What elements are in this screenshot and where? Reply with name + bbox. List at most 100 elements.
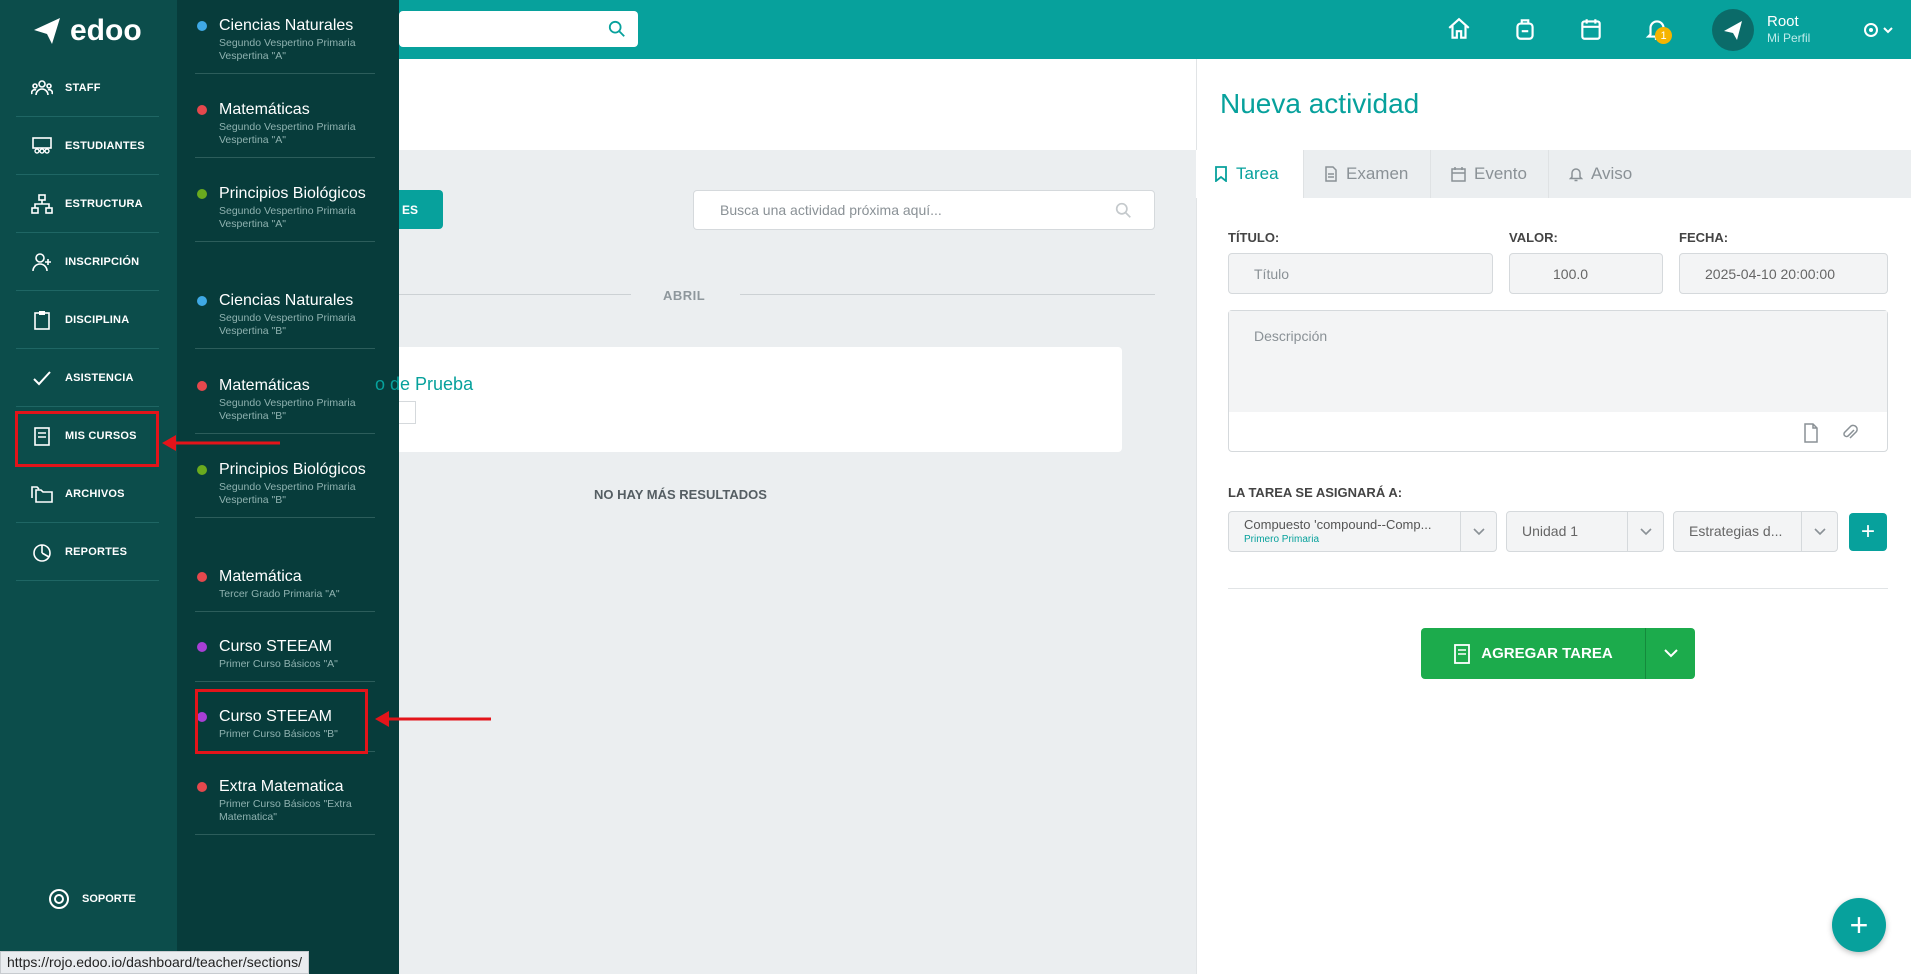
- nav-item-archivos[interactable]: ARCHIVOS: [16, 465, 159, 523]
- book-icon: [1454, 643, 1471, 664]
- course-name: Matemáticas: [219, 377, 310, 394]
- profile-link[interactable]: Mi Perfil: [1767, 31, 1810, 45]
- home-icon[interactable]: [1446, 16, 1472, 42]
- description-textarea[interactable]: [1229, 311, 1887, 412]
- course-color-dot: [197, 189, 207, 199]
- course-item[interactable]: Principios Biológicos Segundo Vespertino…: [195, 458, 375, 518]
- nav-item-estructura[interactable]: ESTRUCTURA: [16, 175, 159, 233]
- course-section: Segundo Vespertino Primaria Vespertina "…: [219, 397, 356, 422]
- no-more-results: NO HAY MÁS RESULTADOS: [594, 487, 767, 502]
- nav-item-inscripcion[interactable]: INSCRIPCIÓN: [16, 233, 159, 291]
- activity-card-title-text[interactable]: o de Prueba: [375, 374, 473, 395]
- nav-item-estudiantes[interactable]: ESTUDIANTES: [16, 117, 159, 175]
- add-task-dropdown[interactable]: [1645, 628, 1695, 679]
- annotation-arrow: [375, 711, 491, 727]
- avatar[interactable]: [1712, 9, 1754, 51]
- highlight-box: [195, 689, 368, 754]
- global-search-input[interactable]: [399, 11, 638, 47]
- activities-button[interactable]: ES: [399, 190, 443, 229]
- search-icon: [1115, 202, 1131, 218]
- description-field[interactable]: Descripción: [1228, 310, 1888, 452]
- unit-select-value: Unidad 1: [1522, 523, 1579, 539]
- clipboard-icon: [34, 310, 50, 330]
- strategy-select[interactable]: Estrategias d...: [1673, 511, 1838, 552]
- paper-plane-icon: [1724, 21, 1742, 40]
- nav-label: STAFF: [65, 81, 101, 94]
- month-label: ABRIL: [663, 288, 706, 303]
- tab-evento[interactable]: Evento: [1431, 150, 1549, 198]
- value-field[interactable]: 100.0: [1509, 253, 1663, 294]
- tab-examen[interactable]: Examen: [1304, 150, 1431, 198]
- value-text: 100.0: [1553, 265, 1589, 282]
- document-icon: [1325, 166, 1337, 182]
- file-icon[interactable]: [1802, 423, 1820, 443]
- nav-label: ASISTENCIA: [65, 371, 134, 384]
- course-item[interactable]: Ciencias Naturales Segundo Vespertino Pr…: [195, 289, 375, 349]
- nav-label: INSCRIPCIÓN: [65, 255, 140, 268]
- tab-tarea[interactable]: Tarea: [1196, 150, 1304, 198]
- nav-item-reportes[interactable]: REPORTES: [16, 523, 159, 581]
- pie-chart-icon: [33, 543, 51, 562]
- course-color-dot: [197, 642, 207, 652]
- add-task-button[interactable]: AGREGAR TAREA: [1421, 628, 1645, 679]
- course-name: Ciencias Naturales: [219, 292, 354, 309]
- user-name[interactable]: Root: [1767, 13, 1799, 30]
- search-icon: [608, 20, 625, 37]
- course-item[interactable]: Ciencias Naturales Segundo Vespertino Pr…: [195, 14, 375, 74]
- staff-icon: [31, 79, 53, 95]
- backpack-icon[interactable]: [1512, 16, 1538, 42]
- status-url: https://rojo.edoo.io/dashboard/teacher/s…: [0, 951, 309, 974]
- activity-search-placeholder: Busca una actividad próxima aquí...: [720, 202, 942, 218]
- nav-item-asistencia[interactable]: ASISTENCIA: [16, 349, 159, 407]
- nav-label: REPORTES: [65, 545, 128, 558]
- course-color-dot: [197, 381, 207, 391]
- activity-chip: [399, 401, 416, 424]
- title-field[interactable]: Título: [1228, 253, 1493, 294]
- floating-add-button[interactable]: +: [1832, 898, 1886, 952]
- tab-label: Aviso: [1591, 164, 1633, 183]
- course-section: Segundo Vespertino Primaria Vespertina "…: [219, 121, 356, 146]
- date-field[interactable]: 2025-04-10 20:00:00: [1679, 253, 1888, 294]
- description-placeholder: Descripción: [1254, 328, 1328, 344]
- course-item[interactable]: Extra Matematica Primer Curso Básicos "E…: [195, 775, 375, 835]
- course-item[interactable]: Matemáticas Segundo Vespertino Primaria …: [195, 98, 375, 158]
- course-item[interactable]: Curso STEEAM Primer Curso Básicos "A": [195, 635, 375, 682]
- add-user-icon: [32, 252, 51, 271]
- course-name: Principios Biológicos: [219, 461, 366, 478]
- activity-card[interactable]: [399, 347, 1122, 452]
- nav-item-disciplina[interactable]: DISCIPLINA: [16, 291, 159, 349]
- course-item[interactable]: Matemática Tercer Grado Primaria "A": [195, 565, 375, 612]
- support-link[interactable]: SOPORTE: [48, 888, 136, 910]
- annotation-arrow: [162, 435, 280, 451]
- add-assignment-button[interactable]: +: [1849, 513, 1887, 551]
- panel-title: Nueva actividad: [1220, 88, 1420, 119]
- calendar-icon[interactable]: [1578, 16, 1604, 42]
- activity-search-input[interactable]: Busca una actividad próxima aquí...: [693, 190, 1155, 230]
- unit-select[interactable]: Unidad 1: [1506, 511, 1664, 552]
- divider: [1228, 588, 1888, 589]
- paperclip-icon[interactable]: [1841, 423, 1859, 443]
- notification-badge: 1: [1655, 27, 1672, 44]
- courses-flyout: Ciencias Naturales Segundo Vespertino Pr…: [177, 0, 399, 974]
- strategy-select-value: Estrategias d...: [1689, 523, 1783, 539]
- students-icon: [32, 136, 52, 154]
- tab-aviso[interactable]: Aviso: [1549, 150, 1661, 198]
- course-select[interactable]: Compuesto 'compound--Comp... Primero Pri…: [1228, 511, 1497, 552]
- course-item[interactable]: Principios Biológicos Segundo Vespertino…: [195, 182, 375, 242]
- course-section: Primer Curso Básicos "Extra Matematica": [219, 798, 352, 823]
- course-item[interactable]: Matemáticas Segundo Vespertino Primaria …: [195, 374, 375, 434]
- date-label: FECHA:: [1679, 230, 1729, 245]
- logo[interactable]: edoo: [32, 14, 142, 48]
- course-section: Segundo Vespertino Primaria Vespertina "…: [219, 481, 356, 506]
- nav-label: ESTRUCTURA: [65, 197, 143, 210]
- lifebuoy-icon: [49, 889, 69, 909]
- chevron-down-icon: [1627, 512, 1663, 551]
- divider: [740, 294, 1155, 295]
- course-section: Segundo Vespertino Primaria Vespertina "…: [219, 205, 356, 230]
- settings-icon[interactable]: [1860, 17, 1896, 43]
- course-section: Segundo Vespertino Primaria Vespertina "…: [219, 37, 356, 62]
- value-label: VALOR:: [1509, 230, 1558, 245]
- highlight-box: [15, 411, 159, 467]
- course-color-dot: [197, 296, 207, 306]
- nav-item-staff[interactable]: STAFF: [16, 59, 159, 117]
